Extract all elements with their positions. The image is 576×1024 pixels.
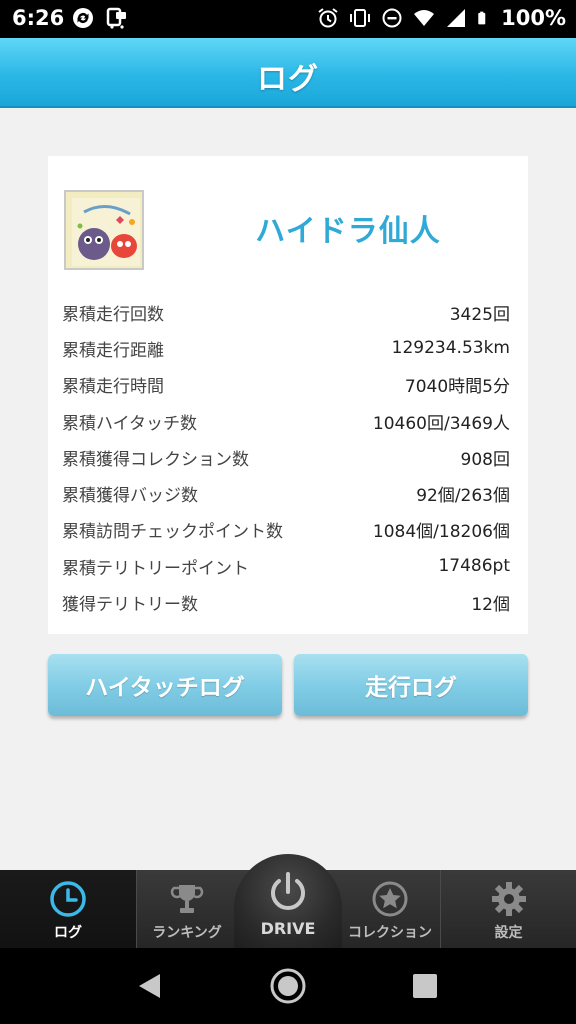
- alarm-icon: [318, 8, 338, 28]
- stats-list: 累積走行回数 3425回 累積走行距離 129234.53km 累積走行時間 7…: [62, 294, 510, 621]
- drive-label: DRIVE: [260, 918, 316, 938]
- system-nav-bar: [0, 948, 576, 1024]
- stat-value: 7040時間5分: [404, 377, 510, 398]
- tab-label: ランキング: [152, 925, 222, 941]
- tab-ranking[interactable]: ランキング: [137, 870, 237, 948]
- user-name: ハイドラ仙人: [255, 214, 441, 249]
- back-icon[interactable]: [136, 972, 162, 1000]
- tab-log[interactable]: ログ: [0, 870, 136, 948]
- wifi-icon: [414, 10, 435, 26]
- star-icon: [372, 881, 408, 917]
- recent-apps-icon[interactable]: [413, 974, 437, 998]
- stat-row-hitouch: 累積ハイタッチ数 10460回/3469人: [62, 403, 510, 439]
- stat-label: 累積走行距離: [62, 340, 164, 361]
- stat-row-run-count: 累積走行回数 3425回: [62, 294, 510, 330]
- page-title: ログ: [257, 62, 319, 97]
- app-notification-icon: [106, 7, 126, 29]
- stat-row-collection: 累積獲得コレクション数 908回: [62, 439, 510, 475]
- stat-label: 累積ハイタッチ数: [62, 413, 197, 434]
- gear-icon: [491, 882, 526, 916]
- stat-row-distance: 累積走行距離 129234.53km: [62, 330, 510, 366]
- stat-row-checkpoints: 累積訪問チェックポイント数 1084個/18206個: [62, 512, 510, 548]
- clock-icon: [50, 881, 86, 917]
- status-bar: 6:26 100%: [0, 0, 576, 38]
- stat-value: 1084個/18206個: [372, 522, 510, 543]
- tab-settings[interactable]: 設定: [441, 870, 576, 948]
- profile-card: ハイドラ仙人 累積走行回数 3425回 累積走行距離 129234.53km 累…: [48, 156, 528, 634]
- stat-value: 12個: [471, 595, 510, 616]
- sync-icon: [73, 8, 93, 28]
- tab-label: 設定: [494, 925, 523, 941]
- stat-label: 累積テリトリーポイント: [62, 558, 249, 579]
- trophy-icon: [170, 885, 204, 913]
- vibrate-icon: [350, 9, 371, 27]
- status-time: 6:26: [12, 6, 65, 30]
- stat-value: 92個/263個: [416, 486, 510, 507]
- stat-row-territories: 獲得テリトリー数 12個: [62, 584, 510, 620]
- stat-row-territory-points: 累積テリトリーポイント 17486pt: [62, 548, 510, 584]
- hitouch-log-button[interactable]: ハイタッチログ: [48, 654, 282, 716]
- home-icon[interactable]: [269, 967, 307, 1005]
- stat-row-run-time: 累積走行時間 7040時間5分: [62, 367, 510, 403]
- stat-label: 累積訪問チェックポイント数: [62, 522, 283, 543]
- dnd-icon: [382, 8, 402, 28]
- tab-collection[interactable]: コレクション: [340, 870, 440, 948]
- battery-icon: [478, 11, 486, 25]
- run-log-button[interactable]: 走行ログ: [294, 654, 528, 716]
- avatar-image: [66, 192, 142, 268]
- stat-label: 獲得テリトリー数: [62, 595, 198, 616]
- battery-percent: 100%: [501, 6, 566, 30]
- stat-label: 累積走行時間: [62, 377, 164, 398]
- stat-value: 3425回: [449, 304, 510, 325]
- avatar[interactable]: [64, 190, 144, 270]
- main-content: ハイドラ仙人 累積走行回数 3425回 累積走行距離 129234.53km 累…: [0, 108, 576, 870]
- cell-signal-icon: [447, 9, 466, 27]
- stat-value: 17486pt: [438, 556, 510, 577]
- tab-label: コレクション: [348, 925, 432, 941]
- power-icon: [271, 871, 305, 910]
- stat-value: 129234.53km: [391, 338, 510, 359]
- stat-label: 累積走行回数: [62, 304, 164, 325]
- stat-value: 908回: [460, 449, 510, 470]
- stat-row-badges: 累積獲得バッジ数 92個/263個: [62, 475, 510, 511]
- app-header: ログ: [0, 38, 576, 108]
- status-icons: 100%: [317, 6, 566, 30]
- stat-value: 10460回/3469人: [372, 413, 510, 434]
- stat-label: 累積獲得コレクション数: [62, 449, 249, 470]
- drive-button[interactable]: DRIVE: [234, 854, 342, 954]
- tab-label: ログ: [54, 925, 82, 941]
- stat-label: 累積獲得バッジ数: [62, 486, 198, 507]
